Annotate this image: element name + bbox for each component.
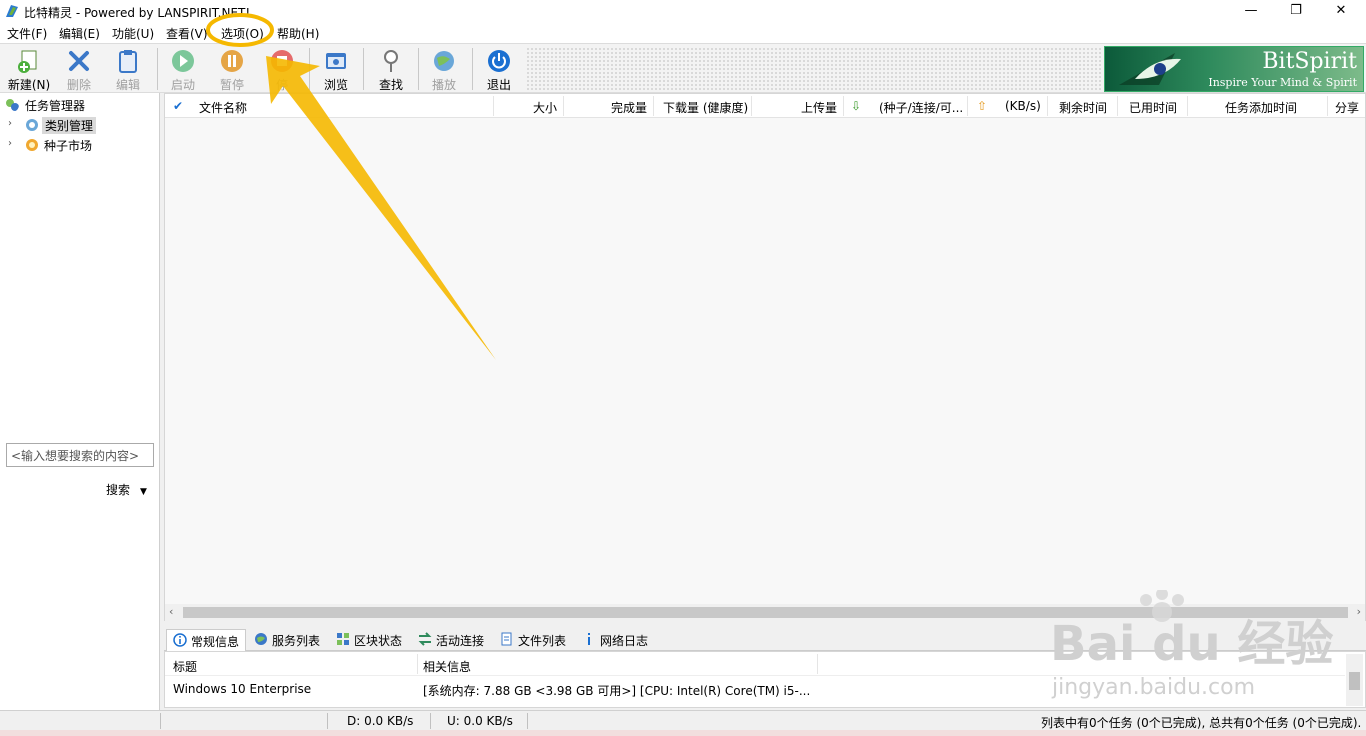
menu-help[interactable]: 帮助(H) [275,25,321,42]
browse-button[interactable]: 浏览 [310,46,362,92]
column-added-time[interactable]: 任务添加时间 [1225,99,1297,116]
column-filename[interactable]: 文件名称 [199,99,247,116]
globe-icon [434,51,454,71]
column-remaining[interactable]: 剩余时间 [1059,99,1107,116]
info-letter-icon [588,633,590,645]
play-icon [172,50,194,72]
menu-edit[interactable]: 编辑(E) [57,25,102,42]
search-button[interactable]: 搜索 ▼ [106,481,147,498]
tree-item-market[interactable]: › 种子市场 [0,135,160,155]
power-icon [488,50,510,72]
new-task-icon [18,50,37,73]
menu-options[interactable]: 选项(O) [219,25,266,42]
category-icon [26,119,38,131]
delete-button[interactable]: 删除 [53,46,105,92]
tab-general-info[interactable]: 常规信息 [166,629,247,651]
check-icon[interactable]: ✔ [173,99,183,113]
upload-arrow-icon: ⇧ [977,99,988,113]
dropdown-arrow-icon: ▼ [140,487,147,497]
app-icon [6,5,18,17]
expand-arrow-icon[interactable]: › [8,118,12,129]
bottom-tabs: 常规信息 服务列表 区块状态 活动连接 文件列表 网络日志 [164,627,1366,651]
browser-window-icon [326,53,346,69]
info-header-title[interactable]: 标题 [173,658,197,675]
eye-logo-icon [1119,53,1181,85]
pause-button[interactable]: 暂停 [206,46,258,92]
scroll-thumb[interactable] [1349,672,1360,690]
status-bar: D: 0.0 KB/s U: 0.0 KB/s 列表中有0个任务 (0个已完成)… [0,710,1366,730]
taskbar-edge [0,730,1366,736]
info-icon [173,633,187,647]
menu-function[interactable]: 功能(U) [110,25,156,42]
tab-service-list[interactable]: 服务列表 [248,629,326,651]
column-share[interactable]: 分享 [1335,99,1359,116]
tree-item-category[interactable]: › 类别管理 [0,115,160,135]
info-row-title: Windows 10 Enterprise [173,682,312,696]
menu-file[interactable]: 文件(F) [5,25,49,42]
clipboard-icon [119,50,137,73]
exit-button[interactable]: 退出 [473,46,525,92]
toolbar-grip [526,47,1102,91]
bitspirit-banner[interactable]: BitSpirit Inspire Your Mind & Spirit [1104,46,1364,92]
scroll-left-icon[interactable]: ‹ [169,605,173,618]
left-panel: 任务管理器 › 类别管理 › 种子市场 <输入想要搜索的内容> 搜索 ▼ [0,93,160,710]
search-input[interactable]: <输入想要搜索的内容> [6,443,154,467]
find-button[interactable]: 查找 [365,46,417,92]
column-completed[interactable]: 完成量 [611,99,647,116]
task-manager-icon [6,99,19,111]
minimize-button[interactable]: — [1228,0,1274,23]
market-icon [26,139,38,151]
scroll-thumb[interactable] [183,607,1348,618]
tree-root[interactable]: 任务管理器 [0,95,160,115]
tab-network-log[interactable]: 网络日志 [576,629,654,651]
column-uploaded[interactable]: 上传量 [801,99,837,116]
download-speed: D: 0.0 KB/s [347,714,414,728]
horizontal-scrollbar[interactable]: ‹ › [165,604,1365,621]
task-summary: 列表中有0个任务 (0个已完成), 总共有0个任务 (0个已完成). [1041,716,1362,730]
pause-icon [221,50,243,72]
close-button[interactable]: ✕ [1318,0,1364,23]
tab-file-list[interactable]: 文件列表 [494,629,572,651]
menu-view[interactable]: 查看(V) [164,25,210,42]
info-header-info[interactable]: 相关信息 [423,658,471,675]
banner-brand: BitSpirit [1262,49,1357,74]
column-size[interactable]: 大小 [533,99,557,116]
connection-arrows-icon [418,632,432,646]
column-downloaded[interactable]: 下载量 (健康度) [663,99,748,116]
upload-speed: U: 0.0 KB/s [447,714,513,728]
menu-bar: 文件(F) 编辑(E) 功能(U) 查看(V) 选项(O) 帮助(H) [0,23,1366,43]
stop-icon [271,50,293,72]
blocks-icon [337,633,349,645]
list-header: ✔ 文件名称 大小 完成量 下载量 (健康度) 上传量 ⇩ (种子/连接/可..… [165,94,1365,118]
globe-icon [255,633,267,645]
tab-block-status[interactable]: 区块状态 [330,629,408,651]
toolbar: 新建(N) 删除 编辑 启动 暂停 停 浏览 查找 播放 退出 BitSpiri… [0,43,1366,93]
toolbar-separator [363,48,364,90]
tab-active-connections[interactable]: 活动连接 [412,629,490,651]
expand-arrow-icon[interactable]: › [8,138,12,149]
edit-button[interactable]: 编辑 [102,46,154,92]
column-elapsed[interactable]: 已用时间 [1129,99,1177,116]
banner-slogan: Inspire Your Mind & Spirit [1208,76,1357,89]
column-seeds[interactable]: (种子/连接/可... [879,99,963,116]
play-media-button[interactable]: 播放 [418,46,470,92]
title-bar: 比特精灵 - Powered by LANSPIRIT.NET! — ❐ ✕ [0,0,1366,23]
delete-icon [69,51,89,71]
window-title: 比特精灵 - Powered by LANSPIRIT.NET! [24,6,251,20]
maximize-button[interactable]: ❐ [1273,0,1319,23]
info-pane: 标题 相关信息 Windows 10 Enterprise [系统内存: 7.8… [164,651,1366,708]
start-button[interactable]: 启动 [157,46,209,92]
column-speed[interactable]: (KB/s) [1005,99,1041,113]
info-header: 标题 相关信息 [165,652,1345,676]
search-icon [384,50,398,72]
file-icon [501,632,512,646]
task-list[interactable]: ✔ 文件名称 大小 完成量 下载量 (健康度) 上传量 ⇩ (种子/连接/可..… [164,93,1366,621]
info-row-info: [系统内存: 7.88 GB <3.98 GB 可用>] [CPU: Intel… [423,684,811,698]
scroll-right-icon[interactable]: › [1357,605,1361,618]
stop-button[interactable]: 停 [256,46,308,92]
download-arrow-icon: ⇩ [851,99,862,113]
vertical-scrollbar[interactable] [1346,654,1363,706]
new-button[interactable]: 新建(N) [3,46,55,92]
